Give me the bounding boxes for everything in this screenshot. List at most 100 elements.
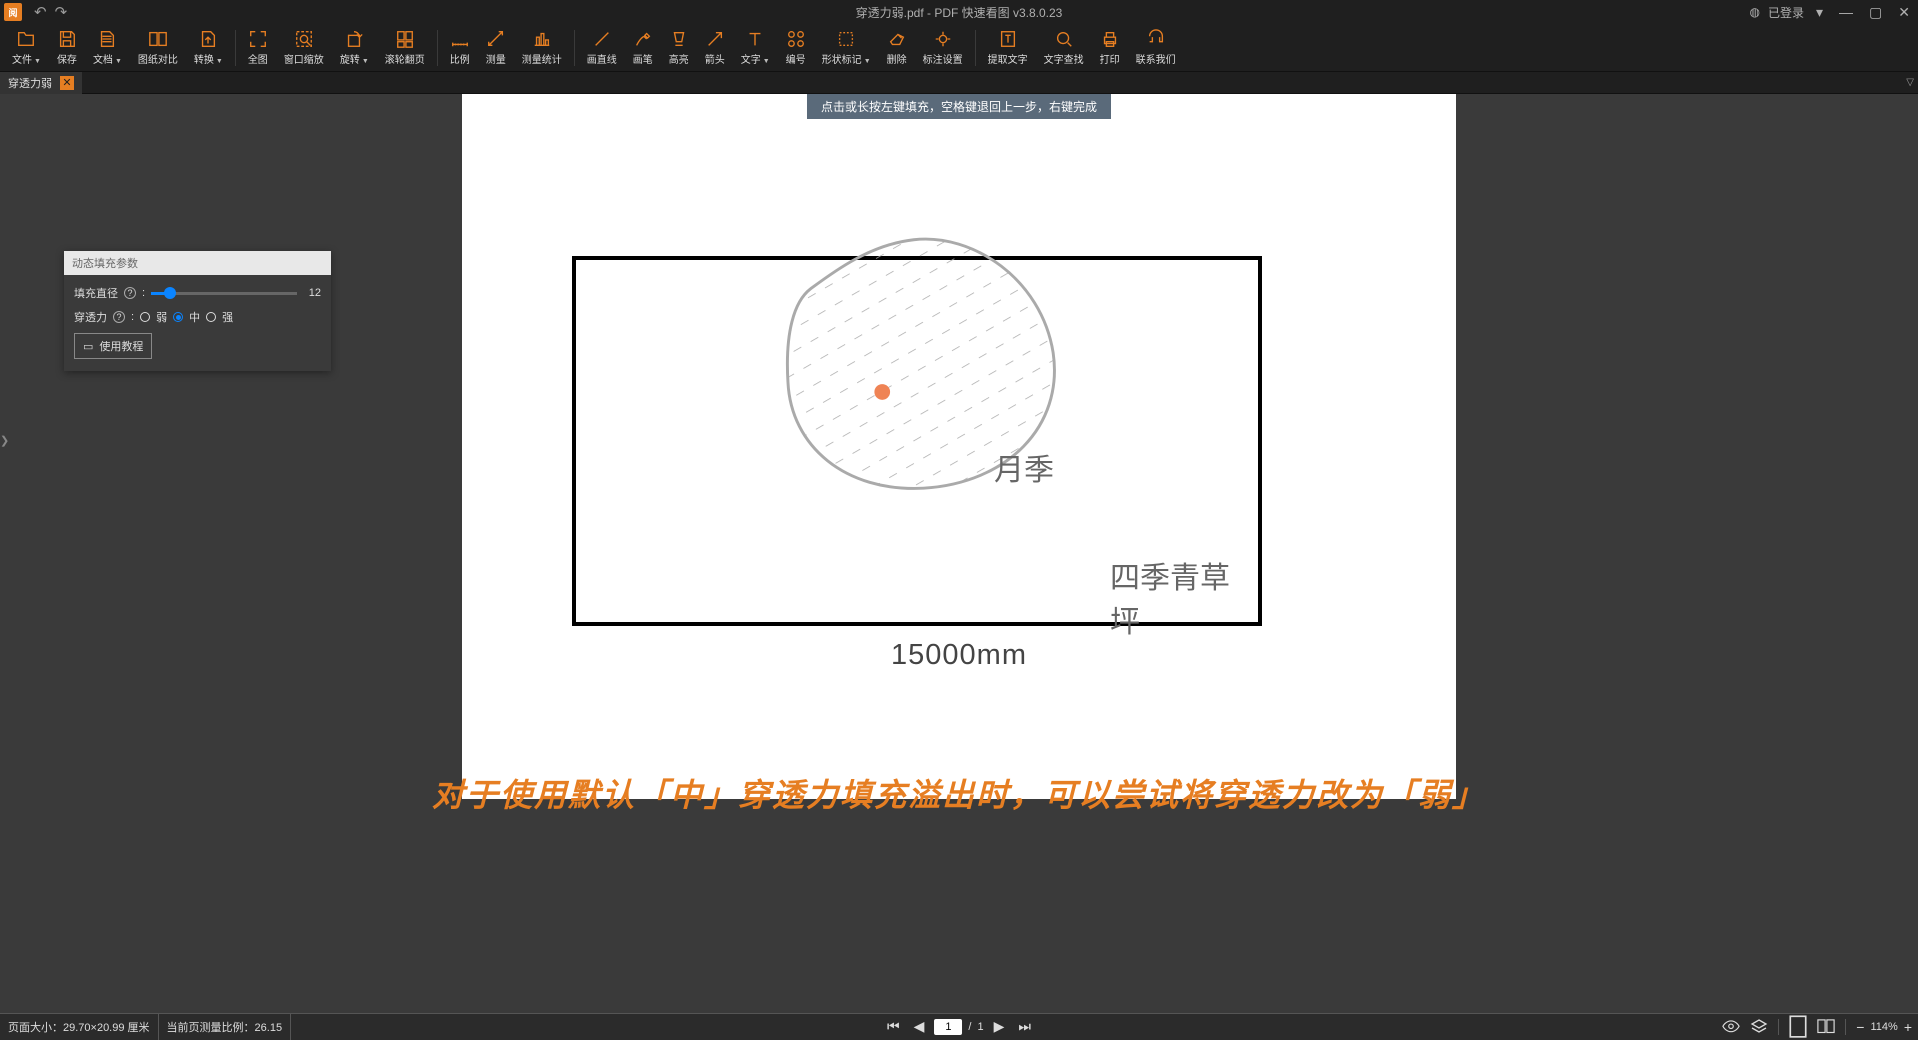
tool-label: 滚轮翻页 — [385, 51, 425, 66]
page-size-status: 页面大小：29.70×20.99 厘米 — [0, 1014, 159, 1040]
viewport[interactable]: 点击或长按左键填充，空格键退回上一步，右键完成 月季 四季青草坪 15000mm… — [0, 94, 1918, 1013]
chevron-down-icon: ▼ — [362, 58, 369, 65]
radio-weak[interactable] — [140, 312, 150, 322]
tool-icon — [836, 29, 856, 49]
tool-label: 测量 — [486, 51, 506, 66]
drawing-frame: 月季 四季青草坪 — [572, 256, 1262, 626]
next-page-button[interactable]: ▶ — [990, 1018, 1009, 1035]
tool-label: 文字查找 — [1044, 51, 1084, 66]
app-icon: 阅 — [4, 3, 22, 21]
tool-label: 文档▼ — [93, 51, 122, 66]
tool-icon — [592, 29, 612, 49]
operation-hint: 点击或长按左键填充，空格键退回上一步，右键完成 — [807, 94, 1111, 119]
first-page-button[interactable]: ⏮ — [883, 1018, 904, 1035]
zoom-level: 114% — [1870, 1021, 1897, 1033]
tool-icon — [1054, 29, 1074, 49]
radio-weak-label: 弱 — [156, 309, 167, 325]
page: 点击或长按左键填充，空格键退回上一步，右键完成 月季 四季青草坪 15000mm… — [462, 94, 1456, 799]
help-icon[interactable]: ? — [124, 287, 136, 299]
zoom-in-button[interactable]: + — [1904, 1019, 1912, 1035]
tool-icon — [745, 29, 765, 49]
tool-全图[interactable]: 全图 — [240, 26, 276, 70]
tool-画直线[interactable]: 画直线 — [579, 26, 625, 70]
undo-button[interactable]: ↶ — [34, 3, 47, 21]
tabs-menu-icon[interactable]: ▽ — [1906, 77, 1914, 88]
chevron-down-icon: ▼ — [864, 58, 871, 65]
tool-icon — [786, 29, 806, 49]
document-tab[interactable]: 穿透力弱 ✕ — [0, 72, 82, 94]
tool-icon — [933, 29, 953, 49]
tutorial-button[interactable]: ▭ 使用教程 — [74, 333, 152, 359]
diameter-label: 填充直径 — [74, 285, 118, 301]
tool-打印[interactable]: 打印 — [1092, 26, 1128, 70]
tool-label: 删除 — [887, 51, 907, 66]
chevron-down-icon: ▼ — [216, 58, 223, 65]
tool-icon — [148, 29, 168, 49]
prev-page-button[interactable]: ◀ — [910, 1018, 929, 1035]
layers-icon[interactable] — [1750, 1019, 1768, 1035]
penetration-label: 穿透力 — [74, 309, 107, 325]
tool-比例[interactable]: 比例 — [442, 26, 478, 70]
tool-图纸对比[interactable]: 图纸对比 — [130, 26, 186, 70]
eye-icon[interactable] — [1722, 1019, 1740, 1035]
help-icon[interactable]: ? — [113, 311, 125, 323]
book-icon: ▭ — [83, 340, 93, 353]
tool-label: 联系我们 — [1136, 51, 1176, 66]
tool-提取文字[interactable]: 提取文字 — [980, 26, 1036, 70]
tool-窗口缩放[interactable]: 窗口缩放 — [276, 26, 332, 70]
tool-箭头[interactable]: 箭头 — [697, 26, 733, 70]
dropdown-icon[interactable]: ▾ — [1812, 4, 1827, 21]
tab-close-button[interactable]: ✕ — [60, 76, 74, 90]
tool-保存[interactable]: 保存 — [49, 26, 85, 70]
tool-icon — [1146, 29, 1166, 49]
tool-文字[interactable]: 文字▼ — [733, 26, 778, 70]
tool-画笔[interactable]: 画笔 — [625, 26, 661, 70]
tool-联系我们[interactable]: 联系我们 — [1128, 26, 1184, 70]
radio-mid[interactable] — [173, 312, 183, 322]
radio-mid-label: 中 — [189, 309, 200, 325]
last-page-button[interactable]: ⏭ — [1014, 1018, 1035, 1035]
tool-测量统计[interactable]: 测量统计 — [514, 26, 570, 70]
page-sep: / — [968, 1021, 971, 1033]
close-button[interactable]: ✕ — [1894, 4, 1914, 21]
diameter-slider[interactable] — [151, 286, 297, 300]
radio-strong-label: 强 — [222, 309, 233, 325]
tool-label: 画直线 — [587, 51, 617, 66]
login-status[interactable]: 已登录 — [1768, 4, 1804, 21]
tool-文字查找[interactable]: 文字查找 — [1036, 26, 1092, 70]
radio-strong[interactable] — [206, 312, 216, 322]
two-page-icon[interactable] — [1817, 1019, 1835, 1035]
minimize-button[interactable]: ― — [1835, 4, 1857, 20]
toolbar-separator — [574, 30, 575, 66]
tool-形状标记[interactable]: 形状标记▼ — [814, 26, 879, 70]
tool-icon — [887, 29, 907, 49]
tip-caption: 对于使用默认「中」穿透力填充溢出时，可以尝试将穿透力改为「弱」 — [432, 770, 1486, 816]
left-panel-toggle[interactable]: ❯ — [0, 434, 9, 447]
toolbar-separator — [975, 30, 976, 66]
tool-icon — [705, 29, 725, 49]
tool-icon — [198, 29, 218, 49]
tool-文档[interactable]: 文档▼ — [85, 26, 130, 70]
tool-高亮[interactable]: 高亮 — [661, 26, 697, 70]
tool-编号[interactable]: 编号 — [778, 26, 814, 70]
redo-button[interactable]: ↷ — [55, 3, 68, 21]
tool-转换[interactable]: 转换▼ — [186, 26, 231, 70]
tool-滚轮翻页[interactable]: 滚轮翻页 — [377, 26, 433, 70]
tool-文件[interactable]: 文件▼ — [4, 26, 49, 70]
tool-删除[interactable]: 删除 — [879, 26, 915, 70]
zoom-out-button[interactable]: − — [1856, 1019, 1864, 1035]
page-input[interactable] — [934, 1019, 962, 1035]
tool-旋转[interactable]: 旋转▼ — [332, 26, 377, 70]
tool-icon — [344, 29, 364, 49]
tool-icon — [486, 29, 506, 49]
tool-label: 画笔 — [633, 51, 653, 66]
tool-label: 编号 — [786, 51, 806, 66]
window-title: 穿透力弱.pdf - PDF 快速看图 v3.8.0.23 — [856, 4, 1063, 21]
tool-label: 箭头 — [705, 51, 725, 66]
single-page-icon[interactable] — [1789, 1019, 1807, 1035]
tool-标注设置[interactable]: 标注设置 — [915, 26, 971, 70]
maximize-button[interactable]: ▢ — [1865, 4, 1886, 21]
tool-测量[interactable]: 测量 — [478, 26, 514, 70]
tool-label: 比例 — [450, 51, 470, 66]
fill-cursor-dot — [874, 384, 890, 400]
